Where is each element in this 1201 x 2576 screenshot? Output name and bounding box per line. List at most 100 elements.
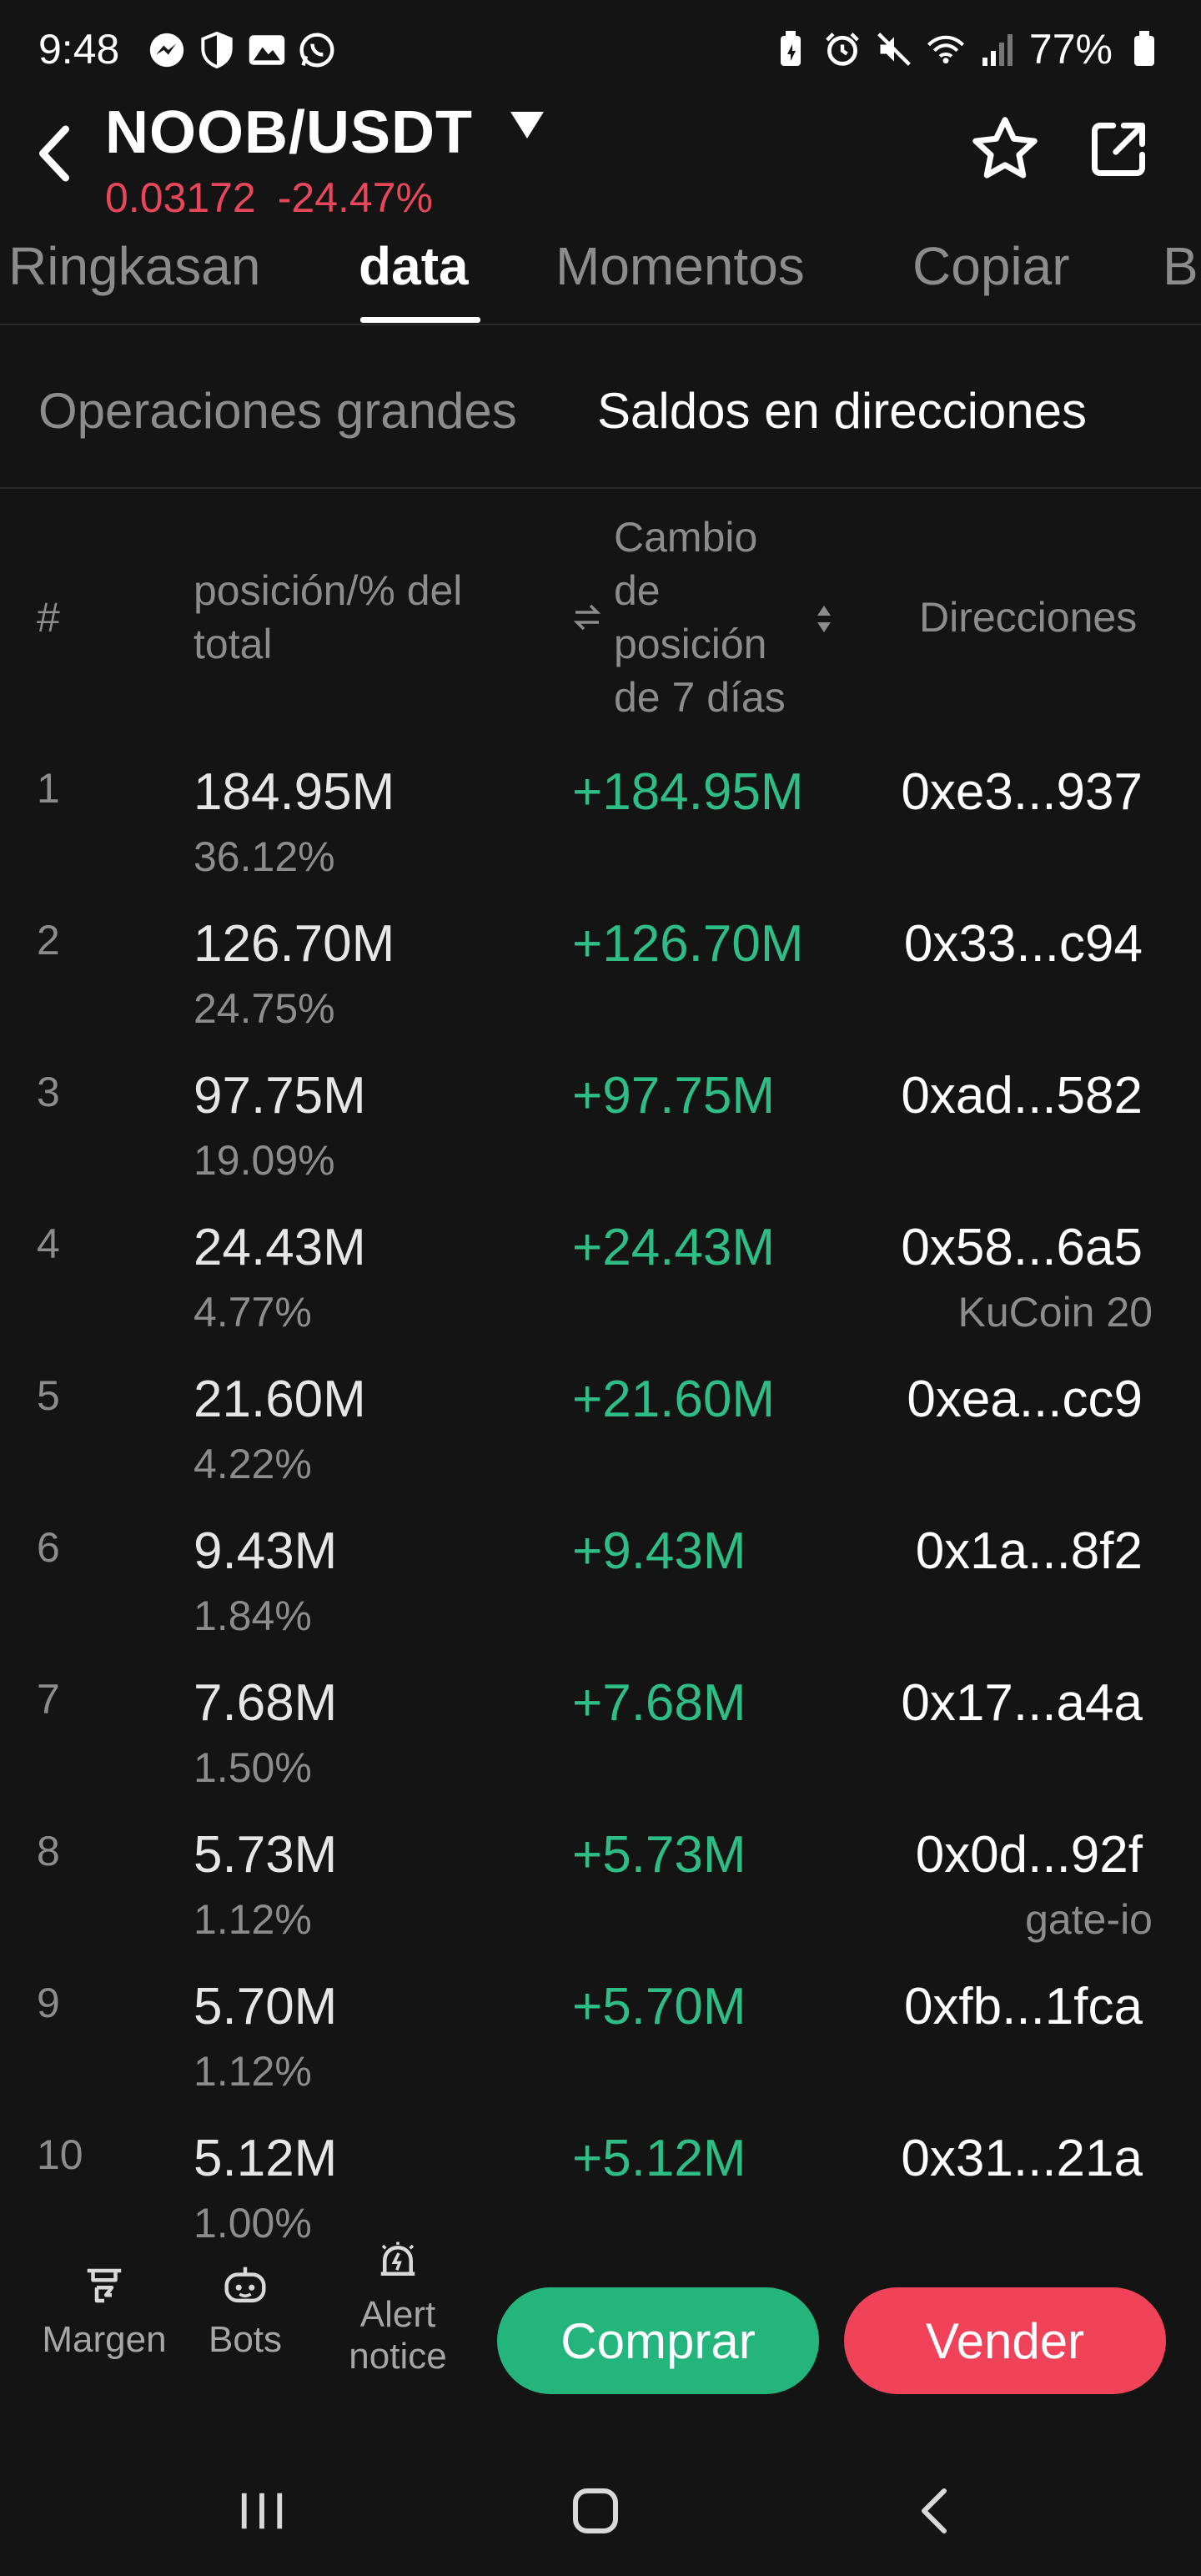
table-row[interactable]: 6 9.43M 1.84% +9.43M 0x1a...8f2 <box>0 1502 1201 1653</box>
table-row[interactable]: 8 5.73M 1.12% +5.73M 0x0d...92f gate-io <box>0 1805 1201 1957</box>
col-change-line4: de 7 días <box>614 674 786 721</box>
tab-overflow[interactable]: B <box>1163 235 1198 297</box>
back-button[interactable] <box>25 112 83 195</box>
messenger-icon <box>147 30 187 70</box>
row-rank: 4 <box>37 1220 60 1267</box>
alert-label-line2: notice <box>349 2336 447 2377</box>
recent-apps-icon <box>241 2493 283 2529</box>
row-percent: 4.22% <box>193 1441 312 1487</box>
col-rank: # <box>37 594 60 641</box>
swap-icon[interactable] <box>572 602 602 636</box>
row-position: 7.68M <box>193 1674 338 1732</box>
row-address[interactable]: 0xea...cc9 <box>907 1370 1143 1429</box>
table-row[interactable]: 3 97.75M 19.09% +97.75M 0xad...582 <box>0 1046 1201 1198</box>
row-position: 5.70M <box>193 1978 338 2035</box>
row-rank: 3 <box>37 1069 60 1115</box>
row-percent: 1.84% <box>193 1592 312 1639</box>
table-row[interactable]: 4 24.43M 4.77% +24.43M 0x58...6a5 KuCoin 20 <box>0 1198 1201 1350</box>
row-change: +97.75M <box>572 1067 776 1124</box>
alarm-bell-icon <box>335 2227 460 2294</box>
table-row[interactable]: 7 7.68M 1.50% +7.68M 0x17...a4a <box>0 1653 1201 1805</box>
margin-action[interactable]: Margen <box>33 2252 175 2361</box>
row-percent: 1.00% <box>193 2200 312 2246</box>
table-row[interactable]: 2 126.70M 24.75% +126.70M 0x33...c94 <box>0 894 1201 1046</box>
row-position: 126.70M <box>193 915 395 973</box>
pair-title[interactable]: NOOB/USDT <box>105 98 473 167</box>
tab-ringkasan[interactable]: Ringkasan <box>8 235 260 297</box>
row-rank: 5 <box>37 1372 60 1419</box>
col-change-line1: Cambio <box>614 514 758 561</box>
favorite-button[interactable] <box>967 112 1043 187</box>
bottom-action-bar: Margen Bots Alert notice Comprar Vender <box>0 2241 1201 2428</box>
active-tab-indicator <box>360 317 480 323</box>
row-change: +5.70M <box>572 1978 746 2035</box>
row-change: +7.68M <box>572 1674 746 1732</box>
tab-momentos[interactable]: Momentos <box>555 235 805 297</box>
row-percent: 4.77% <box>193 1289 312 1336</box>
col-position-line1: posición/% del <box>193 567 463 614</box>
row-address[interactable]: 0x1a...8f2 <box>916 1522 1143 1581</box>
mute-icon <box>874 29 914 69</box>
col-change-line2: de <box>614 567 661 614</box>
home-button[interactable] <box>545 2469 646 2553</box>
pair-header: NOOB/USDT 0.03172 -24.47% <box>0 92 1201 217</box>
back-chevron-icon <box>922 2488 947 2533</box>
price-row: 0.03172 -24.47% <box>105 174 455 214</box>
row-rank: 6 <box>37 1524 60 1571</box>
row-address[interactable]: 0x58...6a5 <box>901 1218 1143 1277</box>
tab-copiar[interactable]: Copiar <box>912 235 1070 297</box>
share-button[interactable] <box>1081 112 1156 187</box>
col-change[interactable]: Cambio de posición de 7 días <box>614 511 786 724</box>
battery-icon <box>1124 29 1164 69</box>
col-position[interactable]: posición/% del total <box>193 564 462 671</box>
sell-button[interactable]: Vender <box>844 2287 1166 2394</box>
subtab-saldos-en-direcciones[interactable]: Saldos en direcciones <box>597 382 1087 440</box>
signal-icon <box>977 29 1018 69</box>
col-change-line3: posición <box>614 621 767 667</box>
battery-saver-icon <box>771 29 811 69</box>
recent-apps-button[interactable] <box>212 2469 312 2553</box>
row-rank: 9 <box>37 1980 60 2026</box>
row-change: +24.43M <box>572 1219 776 1276</box>
table-row[interactable]: 10 5.12M 1.00% +5.12M 0x31...21a <box>0 2109 1201 2261</box>
row-position: 184.95M <box>193 763 395 821</box>
last-price: 0.03172 <box>105 174 256 214</box>
row-address[interactable]: 0xad...582 <box>901 1066 1143 1125</box>
bots-label: Bots <box>208 2319 283 2360</box>
system-status-icons: 77% <box>771 25 1164 73</box>
col-address: Direcciones <box>919 594 1138 641</box>
row-position: 5.73M <box>193 1826 338 1884</box>
tab-data[interactable]: data <box>359 235 469 297</box>
row-rank: 7 <box>37 1676 60 1723</box>
row-percent: 1.50% <box>193 1744 312 1791</box>
table-row[interactable]: 1 184.95M 36.12% +184.95M 0xe3...937 <box>0 742 1201 894</box>
table-row[interactable]: 9 5.70M 1.12% +5.70M 0xfb...1fca <box>0 1957 1201 2109</box>
row-address[interactable]: 0xe3...937 <box>901 762 1143 822</box>
row-address[interactable]: 0x31...21a <box>901 2129 1143 2188</box>
subtab-operaciones-grandes[interactable]: Operaciones grandes <box>38 382 517 440</box>
star-icon <box>972 117 1038 179</box>
row-address[interactable]: 0x33...c94 <box>904 914 1143 974</box>
row-change: +21.60M <box>572 1371 776 1428</box>
alert-notice-action[interactable]: Alert notice <box>335 2227 460 2377</box>
row-percent: 1.12% <box>193 2048 312 2095</box>
row-position: 21.60M <box>193 1371 366 1428</box>
sort-icon[interactable] <box>814 602 834 640</box>
row-address[interactable]: 0x17...a4a <box>901 1673 1143 1733</box>
row-percent: 36.12% <box>193 833 335 880</box>
row-address-label: KuCoin 20 <box>957 1289 1153 1336</box>
pair-selector-caret[interactable] <box>509 108 550 158</box>
table-row[interactable]: 5 21.60M 4.22% +21.60M 0xea...cc9 <box>0 1350 1201 1502</box>
app-screen: 9:48 77% NOOB/USDT 0.03172 -24.47% Ringk… <box>0 0 1201 2576</box>
row-change: +126.70M <box>572 915 804 973</box>
row-position: 24.43M <box>193 1219 366 1276</box>
battery-percent: 77% <box>1028 26 1113 73</box>
row-change: +184.95M <box>572 763 804 821</box>
bots-action[interactable]: Bots <box>195 2252 295 2361</box>
row-address[interactable]: 0xfb...1fca <box>904 1977 1143 2036</box>
row-address[interactable]: 0x0d...92f <box>916 1825 1143 1884</box>
subtabs-divider <box>0 487 1201 489</box>
whatsapp-icon <box>297 30 337 70</box>
system-back-button[interactable] <box>884 2469 984 2553</box>
buy-button[interactable]: Comprar <box>497 2287 819 2394</box>
